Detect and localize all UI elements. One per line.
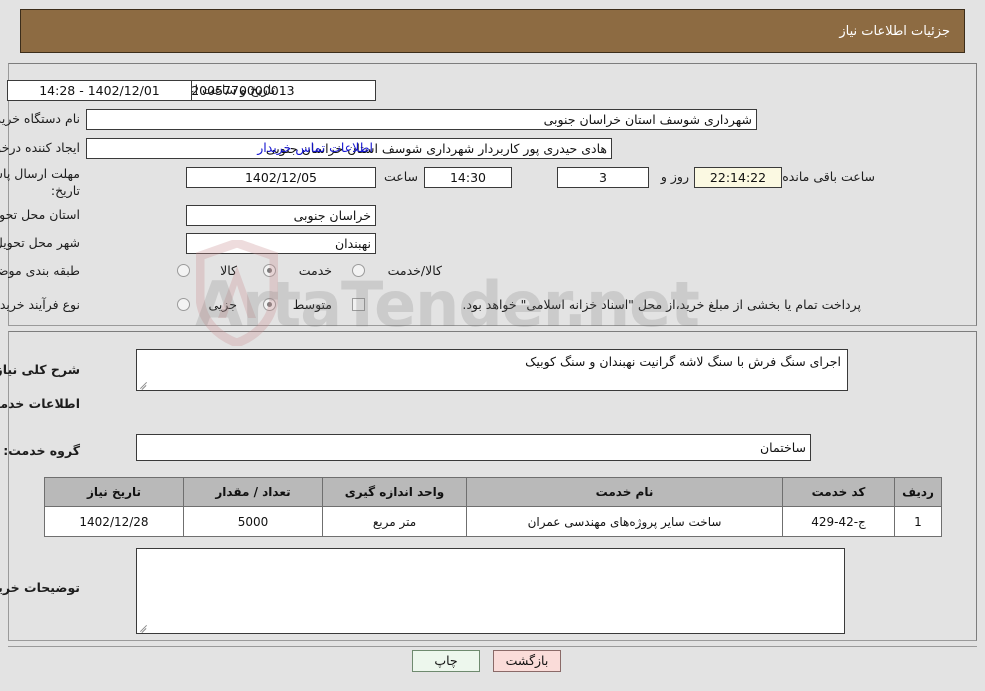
radio-category-khedmat[interactable]	[263, 264, 276, 277]
countdown-value: 22:14:22	[694, 167, 782, 188]
days-word-label: روز و	[660, 169, 689, 184]
radio-process-motavasset[interactable]	[263, 298, 276, 311]
treasury-documents-label: پرداخت تمام یا بخشی از مبلغ خرید،از محل …	[462, 297, 861, 312]
col-code: کد خدمت	[782, 477, 895, 507]
radio-process-jozee-label: جزیی	[208, 297, 237, 312]
page-title-bar: جزئیات اطلاعات نیاز	[20, 9, 965, 53]
radio-category-khedmat-label: خدمت	[298, 263, 332, 278]
buyer-notes-textarea[interactable]	[136, 548, 845, 634]
general-description-value: اجرای سنگ فرش با سنگ لاشه گرانیت نهبندان…	[525, 354, 841, 369]
cell-row: 1	[894, 506, 942, 537]
public-announce-value: 1402/12/01 - 14:28	[7, 80, 192, 101]
page-title: جزئیات اطلاعات نیاز	[839, 23, 950, 39]
summary-panel	[8, 63, 977, 326]
province-value: خراسان جنوبی	[186, 205, 376, 226]
col-quantity: تعداد / مقدار	[183, 477, 323, 507]
city-value: نهبندان	[186, 233, 376, 254]
deadline-label-line2: تاریخ:	[50, 183, 80, 198]
radio-category-kala-khedmat[interactable]	[352, 264, 365, 277]
general-description-label: شرح کلی نیاز:	[0, 362, 80, 377]
service-group-value: ساختمان	[136, 434, 811, 461]
cell-date: 1402/12/28	[44, 506, 184, 537]
col-date: تاریخ نیاز	[44, 477, 184, 507]
col-row: ردیف	[894, 477, 942, 507]
buyer-org-label: نام دستگاه خریدار:	[0, 111, 80, 126]
resize-grip-icon[interactable]	[139, 379, 149, 390]
col-unit: واحد اندازه گیری	[322, 477, 467, 507]
back-button[interactable]: بازگشت	[493, 650, 561, 672]
province-label: استان محل تحویل:	[0, 207, 80, 222]
resize-grip-icon[interactable]	[139, 622, 149, 633]
radio-category-kala-label: کالا	[220, 263, 237, 278]
need-details-page: جزئیات اطلاعات نیاز ArtaTender.net شماره…	[0, 0, 985, 691]
services-section-title: اطلاعات خدمات مورد نیاز	[0, 396, 80, 411]
table-row: 1 ج-42-429 ساخت سایر پروژه‌های مهندسی عم…	[44, 506, 942, 537]
buyer-contact-link[interactable]: اطلاعات تماس خریدار	[257, 140, 373, 155]
radio-category-kala[interactable]	[177, 264, 190, 277]
buyer-org-value: شهرداری شوسف استان خراسان جنوبی	[86, 109, 757, 130]
cell-quantity: 5000	[183, 506, 323, 537]
city-label: شهر محل تحویل:	[0, 235, 80, 250]
process-label: نوع فرآیند خرید :	[0, 297, 80, 312]
table-header-row: ردیف کد خدمت نام خدمت واحد اندازه گیری ت…	[44, 477, 942, 507]
deadline-hour-word: ساعت	[383, 169, 418, 184]
col-name: نام خدمت	[466, 477, 783, 507]
deadline-label-line1: مهلت ارسال پاسخ: تا	[0, 166, 80, 181]
print-button[interactable]: چاپ	[412, 650, 480, 672]
treasury-documents-checkbox[interactable]	[352, 298, 365, 311]
deadline-time-value: 14:30	[424, 167, 512, 188]
cell-code: ج-42-429	[782, 506, 895, 537]
buyer-notes-label: توضیحات خریدار:	[0, 580, 80, 595]
services-table: ردیف کد خدمت نام خدمت واحد اندازه گیری ت…	[44, 477, 942, 537]
radio-category-kala-khedmat-label: کالا/خدمت	[387, 263, 442, 278]
category-label: طبقه بندی موضوعی:	[0, 263, 80, 278]
remaining-word-label: ساعت باقی مانده	[782, 169, 875, 184]
footer-divider	[8, 646, 977, 647]
radio-process-jozee[interactable]	[177, 298, 190, 311]
service-group-label: گروه خدمت:	[3, 443, 80, 458]
deadline-date-value: 1402/12/05	[186, 167, 376, 188]
radio-process-motavasset-label: متوسط	[292, 297, 332, 312]
creator-label: ایجاد کننده درخواست:	[0, 140, 80, 155]
cell-name: ساخت سایر پروژه‌های مهندسی عمران	[466, 506, 783, 537]
cell-unit: متر مربع	[322, 506, 467, 537]
days-left-value: 3	[557, 167, 649, 188]
general-description-textarea[interactable]: اجرای سنگ فرش با سنگ لاشه گرانیت نهبندان…	[136, 349, 848, 391]
